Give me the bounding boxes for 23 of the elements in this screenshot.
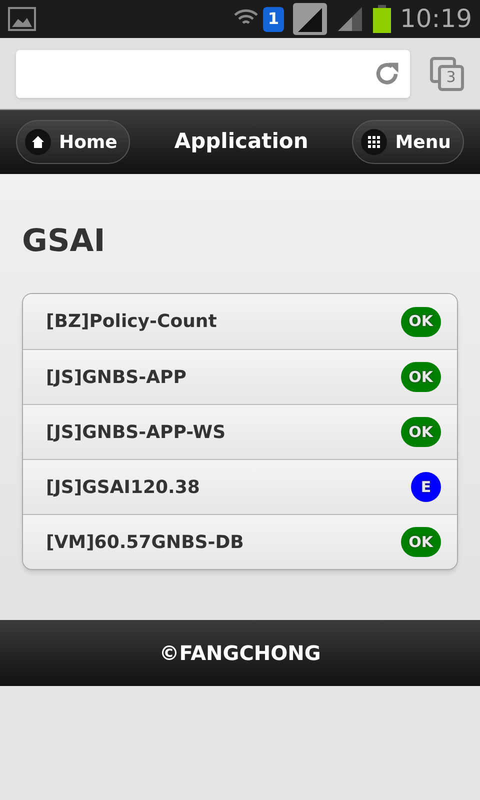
battery-icon bbox=[372, 5, 392, 33]
clock: 10:19 bbox=[400, 3, 472, 36]
list-item[interactable]: [JS]GNBS-APP-WS OK bbox=[23, 404, 457, 459]
home-button[interactable]: Home bbox=[16, 120, 130, 164]
picture-icon bbox=[8, 7, 36, 31]
home-icon bbox=[31, 135, 45, 149]
status-badge: E bbox=[411, 472, 441, 502]
status-badge: OK bbox=[400, 527, 441, 557]
menu-button[interactable]: Menu bbox=[352, 120, 464, 164]
list-item[interactable]: [JS]GSAI120.38 E bbox=[23, 459, 457, 514]
sim-badge: 1 bbox=[262, 6, 284, 32]
page-heading: GSAI bbox=[22, 226, 106, 257]
page-title: Application bbox=[174, 128, 308, 156]
footer-text: ©FANGCHONG bbox=[159, 640, 321, 667]
signal-icon bbox=[336, 5, 364, 33]
address-field[interactable] bbox=[16, 50, 410, 98]
list-item[interactable]: [VM]60.57GNBS-DB OK bbox=[23, 514, 457, 569]
list-item[interactable]: [JS]GNBS-APP OK bbox=[23, 349, 457, 404]
status-badge: OK bbox=[400, 362, 441, 392]
grid-icon bbox=[368, 136, 380, 148]
list-item[interactable]: [BZ]Policy-Count OK bbox=[23, 294, 457, 349]
status-badge: OK bbox=[400, 417, 441, 447]
status-badge: OK bbox=[400, 306, 441, 336]
